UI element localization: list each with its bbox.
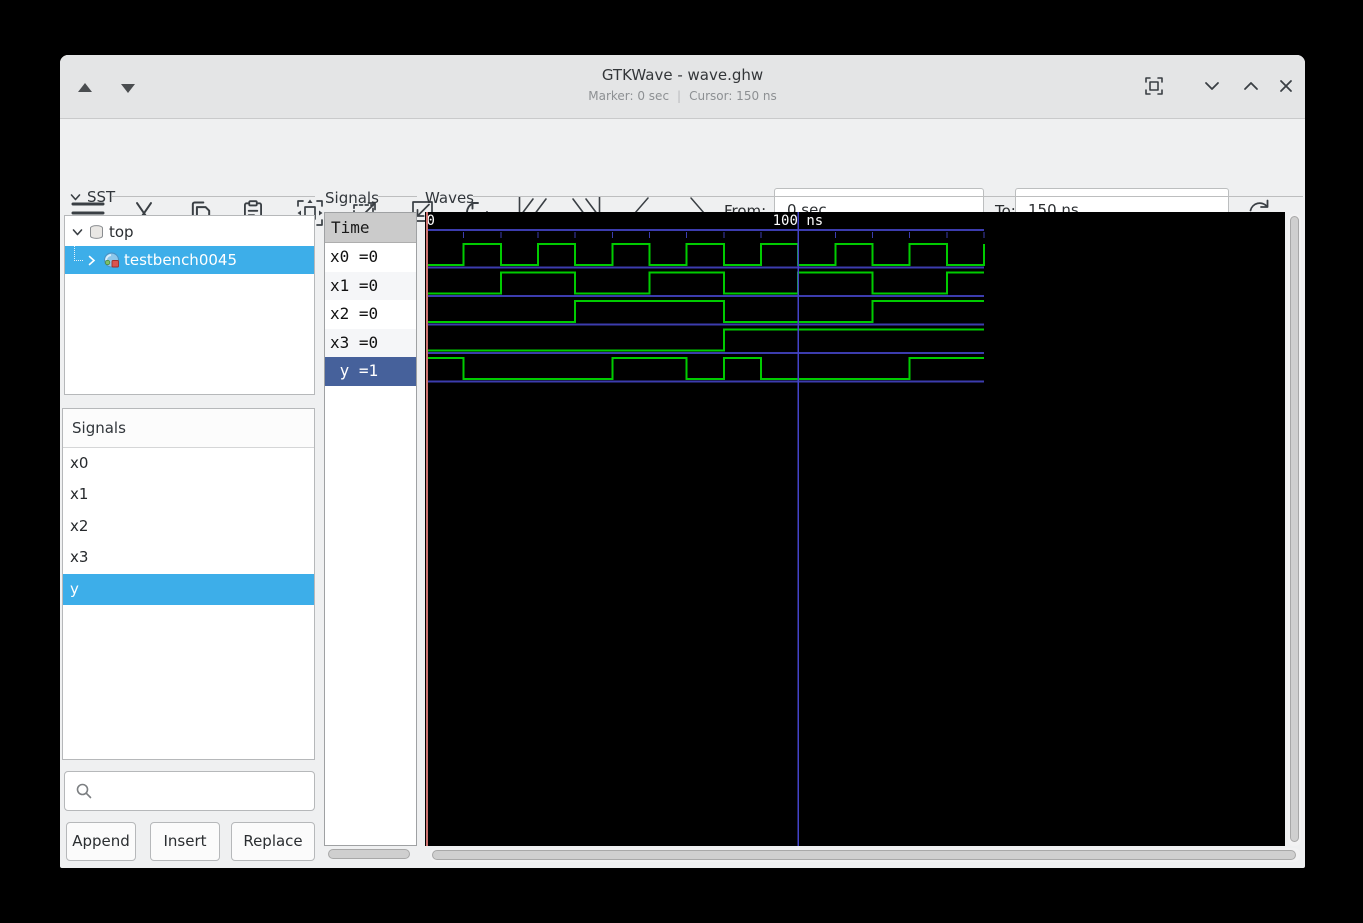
tree-item-testbench[interactable]: testbench0045	[65, 246, 314, 274]
titlebar[interactable]: GTKWave - wave.ghw Marker: 0 sec | Cursor:…	[60, 55, 1305, 119]
replace-button[interactable]: Replace	[231, 822, 315, 861]
wave-signal-row[interactable]: x0 =0	[325, 243, 416, 272]
maximize-icon[interactable]	[1142, 74, 1166, 98]
search-input[interactable]	[93, 771, 314, 811]
signal-list-item[interactable]: y	[63, 573, 314, 605]
expander-down-icon[interactable]	[71, 226, 84, 239]
waves-hscrollbar[interactable]	[430, 848, 1300, 862]
waves-hscrollbar-thumb[interactable]	[432, 850, 1296, 860]
signal-list-header[interactable]: Signals	[63, 409, 314, 448]
signal-list-item[interactable]: x1	[63, 479, 314, 510]
tree-item-label: testbench0045	[124, 251, 237, 269]
status-separator: |	[677, 89, 682, 103]
insert-button[interactable]: Insert	[150, 822, 220, 861]
window-status: Marker: 0 sec | Cursor: 150 ns	[60, 89, 1305, 103]
waves-frame-label: Waves	[425, 189, 474, 207]
sst-frame-label[interactable]: SST	[63, 188, 115, 206]
wave-canvas[interactable]: 0 100 ns	[425, 212, 1285, 846]
expander-right-icon[interactable]	[85, 254, 98, 267]
restore-chevron-icon[interactable]	[1239, 74, 1263, 98]
cursor-status: Cursor: 150 ns	[689, 89, 777, 103]
signal-list-item[interactable]: x2	[63, 511, 314, 542]
sst-expander-icon[interactable]	[69, 191, 82, 204]
marker-status: Marker: 0 sec	[588, 89, 670, 103]
time-header[interactable]: Time	[325, 213, 416, 243]
database-icon	[90, 225, 103, 239]
wave-signal-row[interactable]: x1 =0	[325, 271, 416, 300]
close-icon[interactable]	[1274, 74, 1298, 98]
wave-signal-row[interactable]: x2 =0	[325, 300, 416, 329]
sst-tree: top testbench0045	[64, 215, 315, 395]
wave-signal-names: Time x0 =0 x1 =0 x2 =0 x3 =0 y =1	[324, 212, 417, 846]
toolbar: From: To:	[60, 119, 1305, 232]
search-icon	[76, 783, 92, 799]
signal-list-item[interactable]: x0	[63, 448, 314, 479]
append-button[interactable]: Append	[66, 822, 136, 861]
waveform-plot: 0 100 ns	[426, 212, 986, 846]
waves-frame-line	[473, 196, 1303, 197]
signals-hscrollbar[interactable]	[328, 849, 410, 859]
signal-list: Signals x0 x1 x2 x3 y	[62, 408, 315, 760]
gtkwave-window: GTKWave - wave.ghw Marker: 0 sec | Cursor:…	[60, 55, 1305, 868]
component-icon	[103, 252, 121, 269]
desktop: GTKWave - wave.ghw Marker: 0 sec | Cursor:…	[0, 0, 1363, 923]
wave-signal-row[interactable]: x3 =0	[325, 328, 416, 357]
waves-vscrollbar[interactable]	[1288, 214, 1301, 846]
tree-guide-line	[74, 246, 83, 261]
signal-list-item[interactable]: x3	[63, 542, 314, 573]
minimize-chevron-icon[interactable]	[1200, 74, 1224, 98]
wave-signal-row[interactable]: y =1	[325, 357, 416, 386]
sst-frame-line	[112, 196, 315, 197]
signals-frame-line	[378, 196, 417, 197]
signal-search[interactable]	[64, 771, 315, 811]
tree-item-label: top	[109, 223, 134, 241]
signals-frame-label: Signals	[325, 189, 379, 207]
window-title: GTKWave - wave.ghw	[601, 66, 764, 84]
tree-item-top[interactable]: top	[65, 218, 314, 246]
waves-vscrollbar-thumb[interactable]	[1290, 216, 1299, 842]
